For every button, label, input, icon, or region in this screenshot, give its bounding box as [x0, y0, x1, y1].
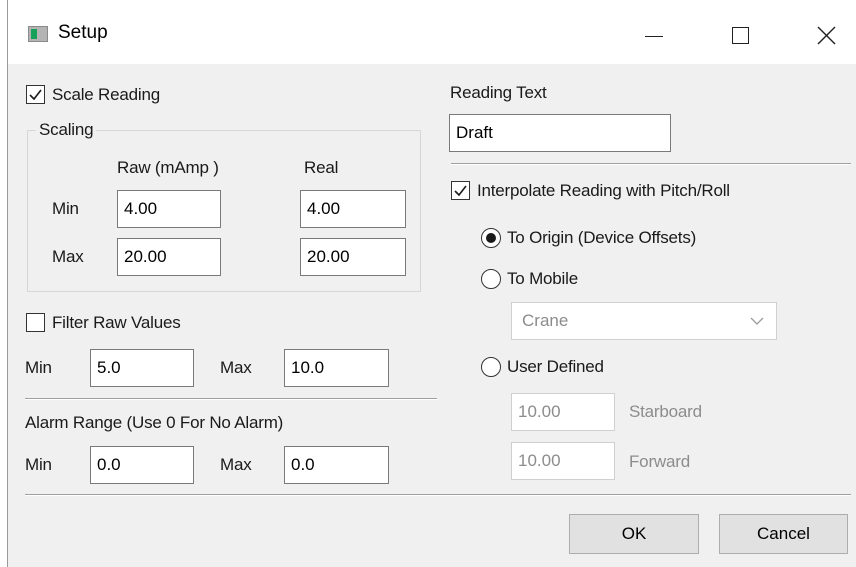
radio-to-origin[interactable] [481, 228, 501, 248]
minimize-button[interactable] [629, 12, 679, 58]
app-window-icon [28, 26, 48, 42]
mobile-select-value: Crane [522, 311, 569, 330]
radio-selected-dot [486, 233, 496, 243]
real-min-input[interactable] [300, 190, 406, 228]
filter-raw-values-checkbox[interactable] [26, 313, 45, 332]
scale-reading-checkbox[interactable] [26, 85, 45, 104]
reading-text-label: Reading Text [450, 83, 547, 102]
radio-to-mobile[interactable] [481, 269, 501, 289]
raw-min-input[interactable] [117, 190, 221, 228]
checkmark-icon [454, 185, 467, 197]
separator-right [451, 163, 851, 165]
alarm-max-input[interactable] [284, 446, 389, 484]
starboard-label: Starboard [629, 402, 702, 421]
scaling-min-label: Min [52, 199, 79, 218]
real-column-header: Real [304, 158, 339, 177]
title-bar[interactable]: Setup [8, 6, 856, 64]
window-title: Setup [58, 22, 108, 43]
alarm-min-input[interactable] [90, 446, 194, 484]
forward-label: Forward [629, 452, 690, 471]
alarm-max-label: Max [220, 455, 252, 474]
alarm-min-label: Min [25, 455, 52, 474]
real-max-input[interactable] [300, 238, 406, 276]
interpolate-checkbox[interactable] [451, 181, 470, 200]
chevron-down-icon [750, 317, 764, 325]
filter-min-label: Min [25, 358, 52, 377]
filter-max-label: Max [220, 358, 252, 377]
setup-dialog: Setup Scale Reading Scaling Raw (mAmp ) … [7, 0, 856, 567]
radio-to-origin-label: To Origin (Device Offsets) [507, 228, 697, 247]
checkmark-icon [29, 89, 42, 101]
radio-user-defined[interactable] [481, 357, 501, 377]
maximize-button[interactable] [716, 12, 766, 58]
maximize-icon [732, 27, 749, 44]
alarm-range-label: Alarm Range (Use 0 For No Alarm) [25, 413, 284, 432]
reading-text-input[interactable] [449, 114, 671, 152]
scaling-group-title: Scaling [36, 120, 97, 140]
starboard-input[interactable] [511, 393, 615, 431]
minimize-icon [645, 36, 663, 37]
separator-left [25, 398, 437, 400]
mobile-select[interactable]: Crane [511, 302, 777, 340]
separator-bottom [25, 494, 851, 496]
interpolate-label: Interpolate Reading with Pitch/Roll [477, 181, 730, 200]
cancel-button[interactable]: Cancel [719, 514, 848, 554]
radio-to-mobile-label: To Mobile [507, 269, 578, 288]
close-button[interactable] [801, 12, 851, 58]
scale-reading-label: Scale Reading [52, 85, 160, 104]
filter-min-input[interactable] [90, 349, 194, 387]
raw-max-input[interactable] [117, 238, 221, 276]
scaling-max-label: Max [52, 247, 84, 266]
close-icon [817, 26, 836, 45]
ok-button[interactable]: OK [569, 514, 699, 554]
radio-user-defined-label: User Defined [507, 357, 604, 376]
forward-input[interactable] [511, 442, 615, 480]
raw-column-header: Raw (mAmp ) [117, 158, 219, 177]
filter-max-input[interactable] [284, 349, 389, 387]
filter-raw-values-label: Filter Raw Values [52, 313, 181, 332]
